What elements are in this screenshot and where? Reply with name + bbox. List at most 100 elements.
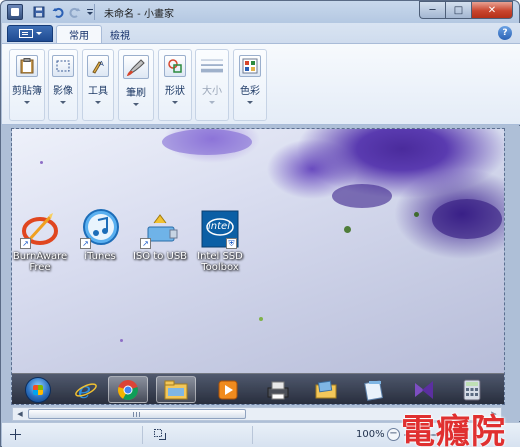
tools-icon: A bbox=[87, 55, 109, 77]
ribbon-group-label: 筆刷 bbox=[126, 88, 146, 99]
ribbon-group-brushes[interactable]: 筆刷 bbox=[118, 49, 154, 121]
start-button[interactable] bbox=[18, 376, 58, 403]
taskbar-notes[interactable] bbox=[354, 376, 394, 403]
ribbon: 剪貼簿 影像 A 工具 筆刷 形狀 大小 色彩 bbox=[2, 43, 520, 125]
intel-logo-text: intel bbox=[208, 221, 230, 232]
svg-text:A: A bbox=[99, 60, 104, 68]
ribbon-group-label: 影像 bbox=[53, 86, 73, 97]
tab-view[interactable]: 檢視 bbox=[98, 25, 142, 43]
drawing-canvas[interactable]: ↗ BurnAware Free ↗ iTunes ↗ ISO to USB i… bbox=[11, 128, 505, 405]
ink-wisp bbox=[162, 129, 252, 155]
paint-menu-button[interactable] bbox=[7, 25, 53, 42]
ribbon-group-colors[interactable]: 色彩 bbox=[233, 49, 267, 121]
title-bar: 未命名 - 小畫家 ─ □ ✕ bbox=[1, 1, 519, 23]
help-icon[interactable]: ? bbox=[498, 26, 512, 40]
desktop-icon-label: BurnAware Free bbox=[12, 251, 68, 273]
start-orb-icon bbox=[25, 376, 51, 403]
desktop-shortcut-burnaware[interactable]: ↗ BurnAware Free bbox=[12, 209, 68, 273]
ribbon-group-size: 大小 bbox=[195, 49, 229, 121]
green-speck bbox=[344, 226, 351, 233]
taskbar-visual-studio[interactable] bbox=[404, 376, 444, 403]
internet-explorer-icon: e bbox=[75, 379, 97, 402]
ribbon-group-tools[interactable]: A 工具 bbox=[82, 49, 114, 121]
chevron-down-icon bbox=[209, 101, 215, 104]
maximize-button[interactable]: □ bbox=[445, 1, 471, 19]
canvas-area: ↗ BurnAware Free ↗ iTunes ↗ ISO to USB i… bbox=[2, 126, 520, 407]
chevron-down-icon bbox=[24, 101, 30, 104]
intel-ssd-icon: intel ⛨ bbox=[200, 209, 240, 249]
green-speck bbox=[259, 317, 263, 321]
chevron-down-icon bbox=[35, 32, 42, 35]
zoom-level: 100% bbox=[356, 429, 385, 440]
tab-home[interactable]: 常用 bbox=[56, 25, 102, 43]
scroll-thumb[interactable] bbox=[28, 409, 246, 419]
redo-icon[interactable] bbox=[68, 5, 82, 19]
folder-icon bbox=[315, 380, 337, 398]
scroll-left-icon[interactable]: ◀ bbox=[13, 408, 27, 420]
save-icon[interactable] bbox=[32, 5, 46, 19]
image-select-icon bbox=[52, 55, 74, 77]
shortcut-arrow-icon: ↗ bbox=[20, 238, 31, 249]
file-explorer-icon bbox=[164, 380, 188, 399]
ribbon-group-label: 剪貼簿 bbox=[12, 86, 42, 97]
chevron-down-icon bbox=[95, 101, 101, 104]
close-button[interactable]: ✕ bbox=[471, 1, 513, 19]
desktop-shortcut-itunes[interactable]: ↗ iTunes bbox=[72, 209, 128, 262]
watermark-text: 電癮院 bbox=[401, 412, 506, 447]
shapes-icon bbox=[164, 55, 186, 77]
burnaware-icon: ↗ bbox=[20, 209, 60, 249]
ribbon-group-label: 色彩 bbox=[240, 86, 260, 97]
chevron-down-icon bbox=[172, 101, 178, 104]
ribbon-group-image[interactable]: 影像 bbox=[48, 49, 78, 121]
clipboard-icon bbox=[16, 55, 38, 77]
paint-menu-icon bbox=[18, 29, 33, 38]
green-speck bbox=[414, 212, 419, 217]
status-separator bbox=[142, 426, 143, 444]
shortcut-arrow-icon: ↗ bbox=[140, 238, 151, 249]
grip-icon bbox=[133, 412, 140, 417]
desktop-icon-label: ISO to USB bbox=[132, 251, 188, 262]
taskbar-explorer[interactable] bbox=[156, 376, 196, 403]
taskbar-calculator[interactable] bbox=[452, 376, 492, 403]
selection-size-icon bbox=[154, 429, 166, 443]
desktop-shortcut-iso-to-usb[interactable]: ↗ ISO to USB bbox=[132, 209, 188, 262]
paint-window: 未命名 - 小畫家 ─ □ ✕ 常用 檢視 ? 剪貼簿 影像 A 工具 筆刷 形… bbox=[0, 0, 520, 447]
undo-icon[interactable] bbox=[51, 5, 65, 19]
chevron-down-icon bbox=[133, 103, 139, 106]
status-separator bbox=[252, 426, 253, 444]
cursor-position-icon bbox=[10, 429, 21, 443]
itunes-icon: ↗ bbox=[80, 209, 120, 249]
ink-wisp bbox=[332, 184, 392, 208]
ribbon-group-shapes[interactable]: 形狀 bbox=[158, 49, 192, 121]
size-icon bbox=[201, 55, 223, 77]
window-controls: ─ □ ✕ bbox=[419, 1, 513, 19]
paint-app-icon[interactable] bbox=[7, 4, 23, 20]
window-title: 未命名 - 小畫家 bbox=[104, 9, 174, 20]
ribbon-group-clipboard[interactable]: 剪貼簿 bbox=[9, 49, 45, 121]
qat-separator bbox=[94, 4, 95, 20]
chrome-icon bbox=[118, 379, 138, 400]
shield-icon: ⛨ bbox=[226, 238, 237, 249]
ribbon-group-label: 大小 bbox=[202, 86, 222, 97]
printer-icon bbox=[267, 381, 289, 399]
taskbar-ie[interactable]: e bbox=[66, 376, 106, 403]
taskbar: e bbox=[12, 373, 504, 404]
brush-icon bbox=[123, 55, 149, 79]
calculator-icon bbox=[463, 379, 481, 400]
visual-studio-icon bbox=[415, 380, 433, 399]
taskbar-media-player[interactable] bbox=[208, 376, 248, 403]
minimize-button[interactable]: ─ bbox=[419, 1, 445, 19]
zoom-out-button[interactable]: − bbox=[387, 428, 400, 441]
chevron-down-icon bbox=[60, 101, 66, 104]
iso-to-usb-icon: ↗ bbox=[140, 209, 180, 249]
purple-speck bbox=[40, 161, 43, 164]
taskbar-printer[interactable] bbox=[258, 376, 298, 403]
notes-icon bbox=[364, 379, 384, 401]
shortcut-arrow-icon: ↗ bbox=[80, 238, 91, 249]
ribbon-group-label: 工具 bbox=[88, 86, 108, 97]
purple-speck bbox=[120, 339, 123, 342]
taskbar-chrome[interactable] bbox=[108, 376, 148, 403]
taskbar-folder[interactable] bbox=[306, 376, 346, 403]
svg-text:e: e bbox=[78, 379, 91, 402]
desktop-shortcut-intel-ssd[interactable]: intel ⛨ Intel SSD Toolbox bbox=[192, 209, 248, 273]
